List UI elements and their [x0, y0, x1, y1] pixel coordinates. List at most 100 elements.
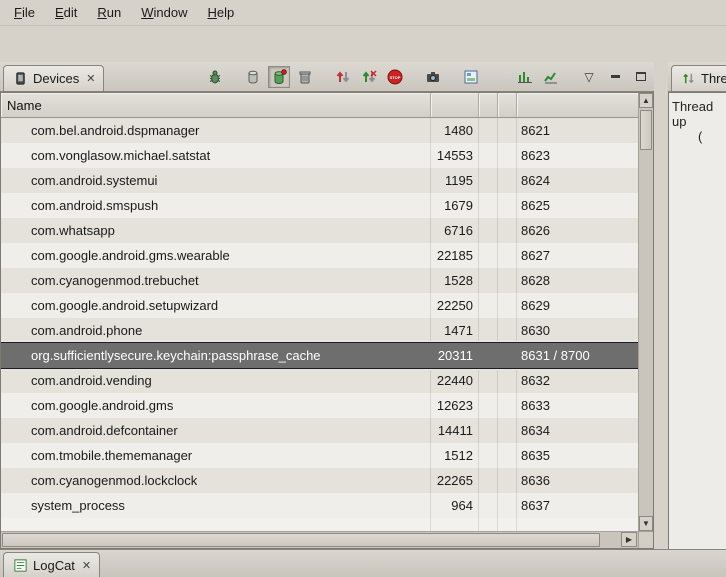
process-name: com.android.phone [31, 318, 142, 343]
process-port: 8636 [521, 468, 550, 493]
logcat-icon [12, 557, 28, 573]
cause-gc-icon[interactable] [294, 66, 316, 88]
profiling-graph-icon[interactable] [540, 66, 562, 88]
table-row[interactable]: com.android.phone 1471 8630 [1, 318, 638, 343]
vertical-scrollbar[interactable]: ▲ ▼ [638, 93, 653, 531]
process-port: 8624 [521, 168, 550, 193]
process-port: 8628 [521, 268, 550, 293]
update-threads-icon[interactable] [332, 66, 354, 88]
maximize-button[interactable] [630, 66, 652, 88]
process-name: com.google.android.setupwizard [31, 293, 218, 318]
screen-capture-icon[interactable] [422, 66, 444, 88]
table-row[interactable]: com.vonglasow.michael.satstat 14553 8623 [1, 143, 638, 168]
menu-help[interactable]: Help [197, 1, 244, 24]
start-method-profiling-icon[interactable] [514, 66, 536, 88]
table-row[interactable]: com.android.defcontainer 14411 8634 [1, 418, 638, 443]
table-row[interactable]: com.cyanogenmod.trebuchet 1528 8628 [1, 268, 638, 293]
table-row[interactable]: system_process 964 8637 [1, 493, 638, 518]
update-heap-icon[interactable] [242, 66, 264, 88]
horizontal-scrollbar[interactable]: ▶ [1, 531, 638, 548]
stop-process-icon[interactable]: STOP [384, 66, 406, 88]
process-name: com.google.android.gms [31, 393, 173, 418]
process-pid: 1528 [429, 268, 473, 293]
system-info-icon[interactable] [460, 66, 482, 88]
tab-devices[interactable]: Devices ✕ [3, 65, 104, 91]
process-name: system_process [31, 493, 125, 518]
menu-edit[interactable]: Edit [45, 1, 87, 24]
devices-table: Name com.bel.android.dspmanager 1480 862… [0, 92, 654, 549]
menu-window[interactable]: Window [131, 1, 197, 24]
stop-threads-icon[interactable] [358, 66, 380, 88]
threads-icon [680, 71, 696, 87]
scroll-down-icon[interactable]: ▼ [639, 516, 653, 531]
table-row[interactable]: com.google.android.setupwizard 22250 862… [1, 293, 638, 318]
tab-logcat[interactable]: LogCat ✕ [3, 552, 100, 577]
table-row[interactable]: com.cyanogenmod.lockclock 22265 8636 [1, 468, 638, 493]
devices-tabbar: Devices ✕ [0, 62, 654, 92]
process-port: 8627 [521, 243, 550, 268]
process-port: 8621 [521, 118, 550, 143]
process-name: com.android.smspush [31, 193, 158, 218]
process-port: 8633 [521, 393, 550, 418]
process-port: 8632 [521, 368, 550, 393]
table-row[interactable]: com.google.android.gms 12623 8633 [1, 393, 638, 418]
device-rows: com.bel.android.dspmanager 1480 8621 com… [1, 118, 638, 531]
debug-process-icon[interactable] [204, 66, 226, 88]
close-icon[interactable]: ✕ [86, 72, 95, 85]
view-menu-icon[interactable]: ▽ [578, 66, 600, 88]
table-row[interactable]: com.tmobile.thememanager 1512 8635 [1, 443, 638, 468]
close-icon[interactable]: ✕ [82, 559, 91, 572]
logcat-bar: LogCat ✕ [0, 549, 726, 577]
table-row[interactable]: com.whatsapp 6716 8626 [1, 218, 638, 243]
process-name: com.cyanogenmod.trebuchet [31, 268, 199, 293]
process-port: 8635 [521, 443, 550, 468]
table-row[interactable]: com.android.systemui 1195 8624 [1, 168, 638, 193]
process-name: com.google.android.gms.wearable [31, 243, 230, 268]
process-pid: 22185 [429, 243, 473, 268]
menu-run[interactable]: Run [87, 1, 131, 24]
column-header-b[interactable] [498, 93, 517, 117]
process-pid: 22440 [429, 368, 473, 393]
menu-file[interactable]: File [4, 1, 45, 24]
tab-logcat-label: LogCat [33, 558, 75, 573]
table-row[interactable]: com.google.android.gms.wearable 22185 86… [1, 243, 638, 268]
process-name: com.bel.android.dspmanager [31, 118, 199, 143]
devices-toolbar: STOP ▽ [204, 62, 652, 91]
process-name: org.sufficientlysecure.keychain:passphra… [31, 343, 321, 368]
process-pid: 1679 [429, 193, 473, 218]
process-pid: 1471 [429, 318, 473, 343]
table-header: Name [1, 93, 638, 118]
update-heap-active-icon[interactable] [268, 66, 290, 88]
threads-tabbar: Threa [668, 62, 726, 92]
process-pid: 12623 [429, 393, 473, 418]
process-port: 8630 [521, 318, 550, 343]
threads-view: Threa Thread up ( [668, 62, 726, 549]
minimize-button[interactable] [604, 66, 626, 88]
process-name: com.android.systemui [31, 168, 157, 193]
table-row[interactable]: com.android.vending 22440 8632 [1, 368, 638, 393]
svg-text:STOP: STOP [390, 74, 401, 79]
table-row[interactable]: com.android.smspush 1679 8625 [1, 193, 638, 218]
column-header-name[interactable]: Name [1, 93, 431, 117]
tab-threads[interactable]: Threa [671, 65, 726, 91]
process-port: 8623 [521, 143, 550, 168]
scroll-up-icon[interactable]: ▲ [639, 93, 653, 108]
scroll-right-icon[interactable]: ▶ [621, 532, 637, 547]
process-port: 8637 [521, 493, 550, 518]
process-pid: 6716 [429, 218, 473, 243]
process-pid: 14553 [429, 143, 473, 168]
column-header-a[interactable] [479, 93, 498, 117]
table-row[interactable]: org.sufficientlysecure.keychain:passphra… [1, 343, 638, 368]
column-header-port[interactable] [517, 93, 638, 117]
process-name: com.android.vending [31, 368, 152, 393]
vertical-scroll-thumb[interactable] [640, 110, 652, 150]
process-pid: 964 [429, 493, 473, 518]
table-row[interactable]: com.bel.android.dspmanager 1480 8621 [1, 118, 638, 143]
process-port: 8634 [521, 418, 550, 443]
column-header-pid[interactable] [431, 93, 479, 117]
process-port: 8631 / 8700 [521, 343, 590, 368]
scrollbar-corner [638, 531, 653, 548]
process-name: com.whatsapp [31, 218, 115, 243]
horizontal-scroll-thumb[interactable] [2, 533, 600, 547]
process-pid: 14411 [429, 418, 473, 443]
